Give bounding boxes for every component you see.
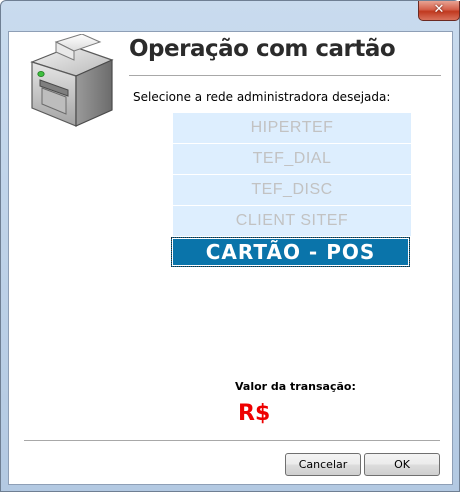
network-prompt: Selecione a rede administradora desejada… xyxy=(133,90,391,104)
close-button[interactable]: ✕ xyxy=(418,1,460,21)
dialog-title: Operação com cartão xyxy=(129,36,396,62)
network-option-tef-dial[interactable]: TEF_DIAL xyxy=(173,144,411,174)
cancel-button[interactable]: Cancelar xyxy=(285,453,361,476)
close-icon: ✕ xyxy=(433,2,445,17)
network-option-client-sitef[interactable]: CLIENT SITEF xyxy=(173,206,411,236)
title-divider xyxy=(129,75,441,76)
ok-button[interactable]: OK xyxy=(364,453,440,476)
dialog-content: Operação com cartão Selecione a rede adm… xyxy=(8,31,453,485)
network-option-hipertef[interactable]: HIPERTEF xyxy=(173,113,411,143)
transaction-value: R$ xyxy=(238,401,271,426)
transaction-value-label: Valor da transação: xyxy=(235,380,356,393)
network-option-cartao-pos[interactable]: CARTÃO - POS xyxy=(171,237,410,267)
network-option-tef-disc[interactable]: TEF_DISC xyxy=(173,175,411,205)
dialog-window: ✕ Operação com cartão Selecione a rede a… xyxy=(0,0,460,492)
printer-icon xyxy=(30,34,114,127)
footer-divider xyxy=(24,440,440,441)
network-list: HIPERTEF TEF_DIAL TEF_DISC CLIENT SITEF … xyxy=(171,113,411,268)
